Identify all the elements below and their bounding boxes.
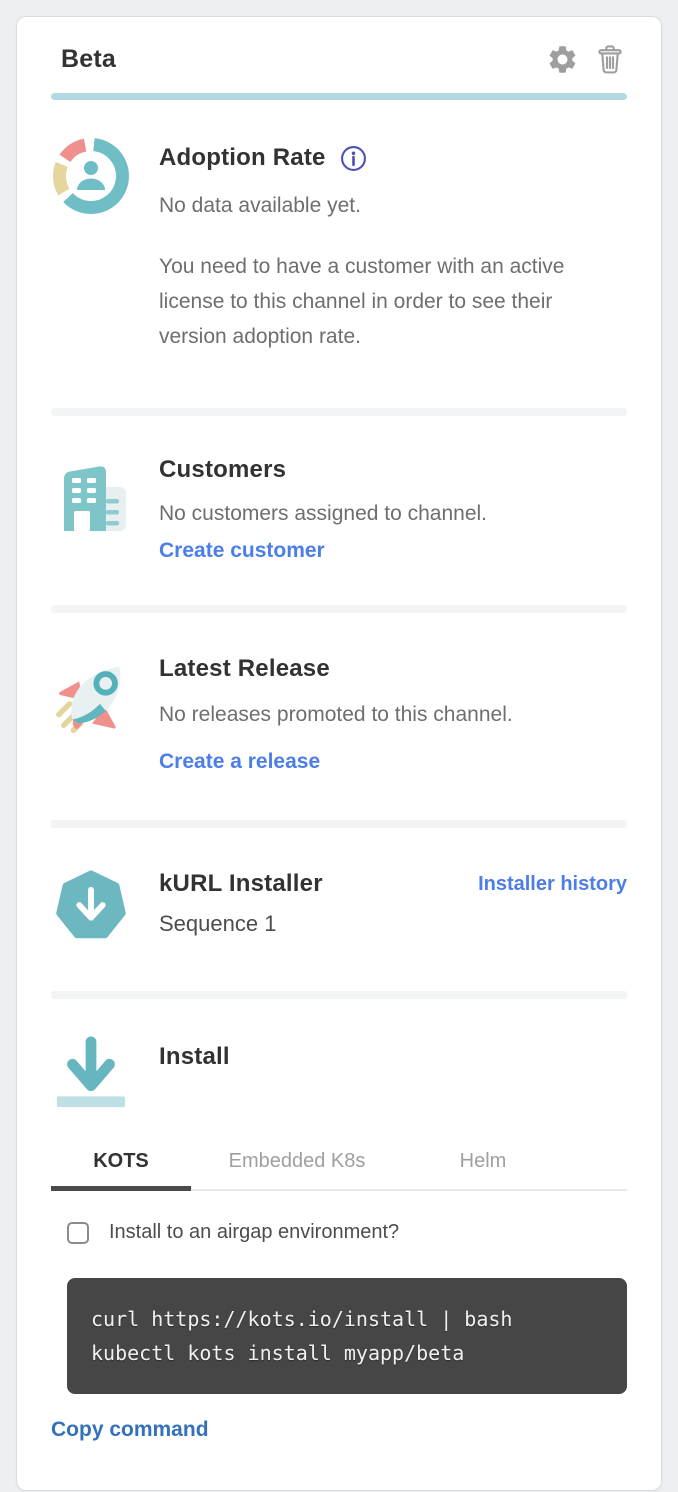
rocket-icon <box>47 655 135 748</box>
buildings-icon <box>49 456 133 545</box>
airgap-checkbox[interactable] <box>67 1222 89 1244</box>
gear-icon[interactable] <box>546 43 579 76</box>
tab-kots[interactable]: KOTS <box>51 1140 191 1189</box>
copy-command-link[interactable]: Copy command <box>51 1418 209 1442</box>
section-divider <box>51 991 627 999</box>
channel-accent-bar <box>51 93 627 100</box>
section-divider <box>51 820 627 828</box>
header-actions <box>546 43 625 76</box>
section-divider <box>51 605 627 613</box>
trash-icon[interactable] <box>595 43 625 76</box>
release-empty-text: No releases promoted to this channel. <box>159 697 627 732</box>
kurl-heptagon-download-icon <box>55 870 127 947</box>
code-line: curl https://kots.io/install | bash <box>91 1302 603 1336</box>
create-release-link[interactable]: Create a release <box>159 750 320 774</box>
channel-title: Beta <box>61 45 116 74</box>
section-kurl-installer: kURL Installer Installer history Sequenc… <box>51 828 627 991</box>
create-customer-link[interactable]: Create customer <box>159 539 325 563</box>
tab-helm[interactable]: Helm <box>403 1140 563 1189</box>
section-adoption-rate: Adoption Rate No data available yet. You… <box>51 100 627 408</box>
adoption-rate-title: Adoption Rate <box>159 144 326 172</box>
section-divider <box>51 408 627 416</box>
install-title: Install <box>159 1043 627 1071</box>
customers-empty-text: No customers assigned to channel. <box>159 496 627 531</box>
card-header: Beta <box>51 43 627 76</box>
install-command-code-block: curl https://kots.io/install | bashkubec… <box>67 1278 627 1394</box>
kurl-installer-title: kURL Installer <box>159 870 323 898</box>
code-line: kubectl kots install myapp/beta <box>91 1336 603 1370</box>
adoption-empty-body: You need to have a customer with an acti… <box>159 249 609 354</box>
installer-sequence: Sequence 1 <box>159 911 627 937</box>
airgap-label: Install to an airgap environment? <box>109 1221 399 1244</box>
channel-card: Beta Adoption Rate <box>16 16 662 1491</box>
section-latest-release: Latest Release No releases promoted to t… <box>51 613 627 820</box>
install-tabs: KOTS Embedded K8s Helm <box>51 1140 627 1191</box>
adoption-empty-title: No data available yet. <box>159 188 627 223</box>
installer-history-link[interactable]: Installer history <box>478 873 627 896</box>
airgap-option-row: Install to an airgap environment? <box>67 1221 627 1244</box>
section-customers: Customers No customers assigned to chann… <box>51 416 627 605</box>
tab-embedded-k8s[interactable]: Embedded K8s <box>191 1140 403 1189</box>
customers-title: Customers <box>159 456 627 484</box>
adoption-donut-icon <box>53 138 129 214</box>
latest-release-title: Latest Release <box>159 655 627 683</box>
info-icon[interactable] <box>340 145 367 172</box>
section-install: Install <box>51 999 627 1118</box>
install-download-icon <box>52 1035 130 1118</box>
